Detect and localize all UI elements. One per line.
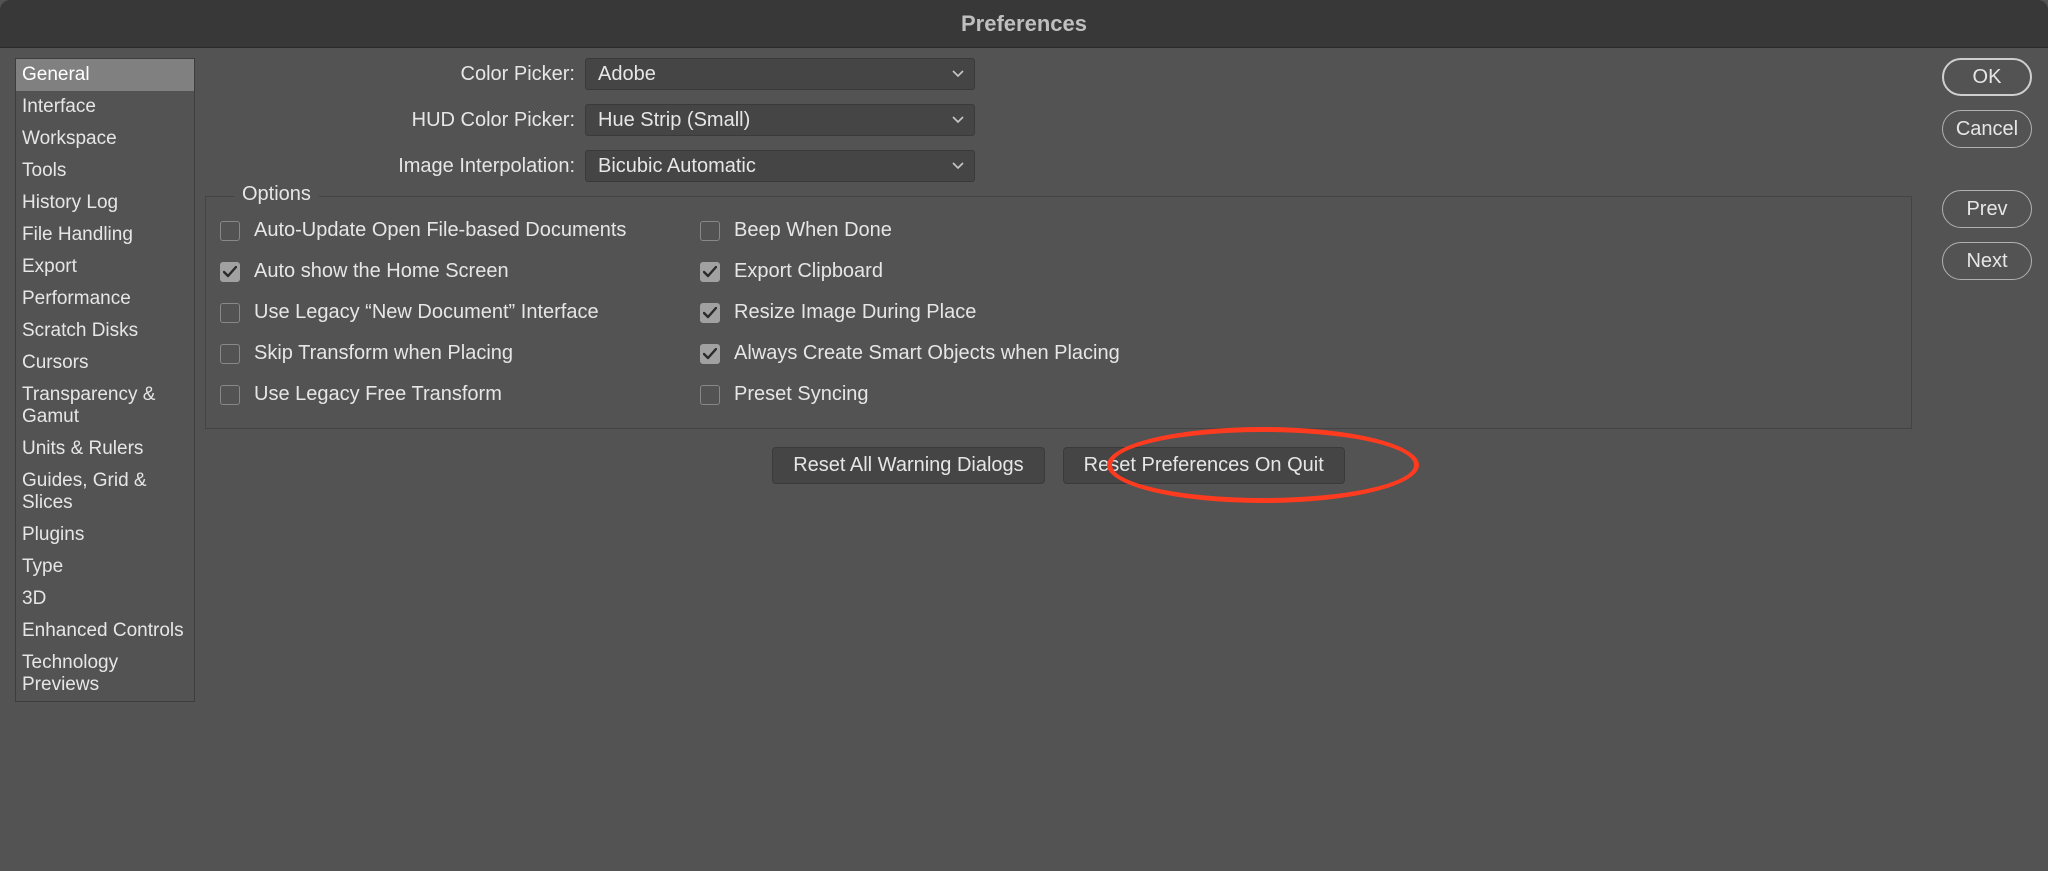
sidebar: GeneralInterfaceWorkspaceToolsHistory Lo… — [0, 48, 195, 871]
option-row: Export Clipboard — [700, 260, 1120, 283]
checkbox[interactable] — [220, 344, 240, 364]
prev-label: Prev — [1966, 198, 2007, 221]
checkbox[interactable] — [220, 262, 240, 282]
cancel-button[interactable]: Cancel — [1942, 110, 2032, 148]
options-col-right: Beep When Done Export Clipboard Resize Ima… — [700, 219, 1120, 406]
option-label: Beep When Done — [734, 219, 892, 242]
sidebar-item-export[interactable]: Export — [16, 251, 194, 283]
row-hud-color-picker: HUD Color Picker: Hue Strip (Small) — [205, 104, 1912, 136]
sidebar-item-interface[interactable]: Interface — [16, 91, 194, 123]
checkbox[interactable] — [700, 221, 720, 241]
reset-warning-dialogs-button[interactable]: Reset All Warning Dialogs — [772, 447, 1044, 484]
option-label: Export Clipboard — [734, 260, 883, 283]
options-legend: Options — [234, 183, 319, 206]
sidebar-item-workspace[interactable]: Workspace — [16, 123, 194, 155]
sidebar-item-type[interactable]: Type — [16, 551, 194, 583]
option-row: Use Legacy “New Document” Interface — [220, 301, 640, 324]
check-icon — [703, 307, 717, 319]
sidebar-item-general[interactable]: General — [16, 59, 194, 91]
row-image-interpolation: Image Interpolation: Bicubic Automatic — [205, 150, 1912, 182]
sidebar-item-units-rulers[interactable]: Units & Rulers — [16, 433, 194, 465]
dropdown-color-picker[interactable]: Adobe — [585, 58, 975, 90]
ok-label: OK — [1973, 66, 2002, 89]
sidebar-item-file-handling[interactable]: File Handling — [16, 219, 194, 251]
label-image-interpolation: Image Interpolation: — [205, 155, 585, 178]
option-label: Auto-Update Open File-based Documents — [254, 219, 626, 242]
content-area: GeneralInterfaceWorkspaceToolsHistory Lo… — [0, 48, 2048, 871]
titlebar: Preferences — [0, 0, 2048, 48]
chevron-down-icon — [952, 116, 964, 124]
label-color-picker: Color Picker: — [205, 63, 585, 86]
settings-column: Color Picker: Adobe HUD Color Picker: Hu… — [205, 58, 1912, 871]
ok-button[interactable]: OK — [1942, 58, 2032, 96]
sidebar-item-tools[interactable]: Tools — [16, 155, 194, 187]
options-group: Options Auto-Update Open File-based Docu… — [205, 196, 1912, 429]
options-col-left: Auto-Update Open File-based Documents Aut… — [220, 219, 640, 406]
window-title: Preferences — [961, 11, 1087, 37]
cancel-label: Cancel — [1956, 118, 2018, 141]
checkbox[interactable] — [220, 385, 240, 405]
option-row: Beep When Done — [700, 219, 1120, 242]
checkbox[interactable] — [220, 303, 240, 323]
checkbox[interactable] — [700, 262, 720, 282]
dropdown-image-interpolation[interactable]: Bicubic Automatic — [585, 150, 975, 182]
option-row: Skip Transform when Placing — [220, 342, 640, 365]
sidebar-item-technology-previews[interactable]: Technology Previews — [16, 647, 194, 701]
option-label: Skip Transform when Placing — [254, 342, 513, 365]
dropdown-color-picker-value: Adobe — [598, 63, 656, 86]
option-label: Use Legacy “New Document” Interface — [254, 301, 599, 324]
option-row: Always Create Smart Objects when Placing — [700, 342, 1120, 365]
reset-row: Reset All Warning Dialogs Reset Preferen… — [205, 447, 1912, 484]
preferences-window: Preferences GeneralInterfaceWorkspaceToo… — [0, 0, 2048, 871]
checkbox[interactable] — [700, 303, 720, 323]
reset-quit-label: Reset Preferences On Quit — [1084, 454, 1324, 477]
option-label: Auto show the Home Screen — [254, 260, 509, 283]
option-label: Always Create Smart Objects when Placing — [734, 342, 1120, 365]
main-panel: Color Picker: Adobe HUD Color Picker: Hu… — [195, 48, 2048, 871]
sidebar-item-history-log[interactable]: History Log — [16, 187, 194, 219]
label-hud-color-picker: HUD Color Picker: — [205, 109, 585, 132]
check-icon — [703, 348, 717, 360]
reset-warning-label: Reset All Warning Dialogs — [793, 454, 1023, 477]
action-buttons-column: OK Cancel Prev Next — [1912, 58, 2032, 871]
dropdown-hud-color-picker-value: Hue Strip (Small) — [598, 109, 750, 132]
next-button[interactable]: Next — [1942, 242, 2032, 280]
option-label: Resize Image During Place — [734, 301, 976, 324]
chevron-down-icon — [952, 162, 964, 170]
sidebar-item-cursors[interactable]: Cursors — [16, 347, 194, 379]
sidebar-item-plugins[interactable]: Plugins — [16, 519, 194, 551]
sidebar-item-guides-grid-slices[interactable]: Guides, Grid & Slices — [16, 465, 194, 519]
reset-preferences-on-quit-button[interactable]: Reset Preferences On Quit — [1063, 447, 1345, 484]
sidebar-item-transparency-gamut[interactable]: Transparency & Gamut — [16, 379, 194, 433]
check-icon — [223, 266, 237, 278]
chevron-down-icon — [952, 70, 964, 78]
sidebar-item-3d[interactable]: 3D — [16, 583, 194, 615]
option-label: Use Legacy Free Transform — [254, 383, 502, 406]
option-label: Preset Syncing — [734, 383, 869, 406]
dropdown-hud-color-picker[interactable]: Hue Strip (Small) — [585, 104, 975, 136]
prev-button[interactable]: Prev — [1942, 190, 2032, 228]
option-row: Auto-Update Open File-based Documents — [220, 219, 640, 242]
option-row: Use Legacy Free Transform — [220, 383, 640, 406]
checkbox[interactable] — [700, 344, 720, 364]
sidebar-list: GeneralInterfaceWorkspaceToolsHistory Lo… — [15, 58, 195, 702]
sidebar-item-performance[interactable]: Performance — [16, 283, 194, 315]
option-row: Auto show the Home Screen — [220, 260, 640, 283]
dropdown-image-interpolation-value: Bicubic Automatic — [598, 155, 756, 178]
sidebar-item-scratch-disks[interactable]: Scratch Disks — [16, 315, 194, 347]
option-row: Resize Image During Place — [700, 301, 1120, 324]
options-grid: Auto-Update Open File-based Documents Aut… — [220, 219, 1889, 406]
row-color-picker: Color Picker: Adobe — [205, 58, 1912, 90]
sidebar-item-enhanced-controls[interactable]: Enhanced Controls — [16, 615, 194, 647]
checkbox[interactable] — [700, 385, 720, 405]
option-row: Preset Syncing — [700, 383, 1120, 406]
checkbox[interactable] — [220, 221, 240, 241]
next-label: Next — [1966, 250, 2007, 273]
check-icon — [703, 266, 717, 278]
